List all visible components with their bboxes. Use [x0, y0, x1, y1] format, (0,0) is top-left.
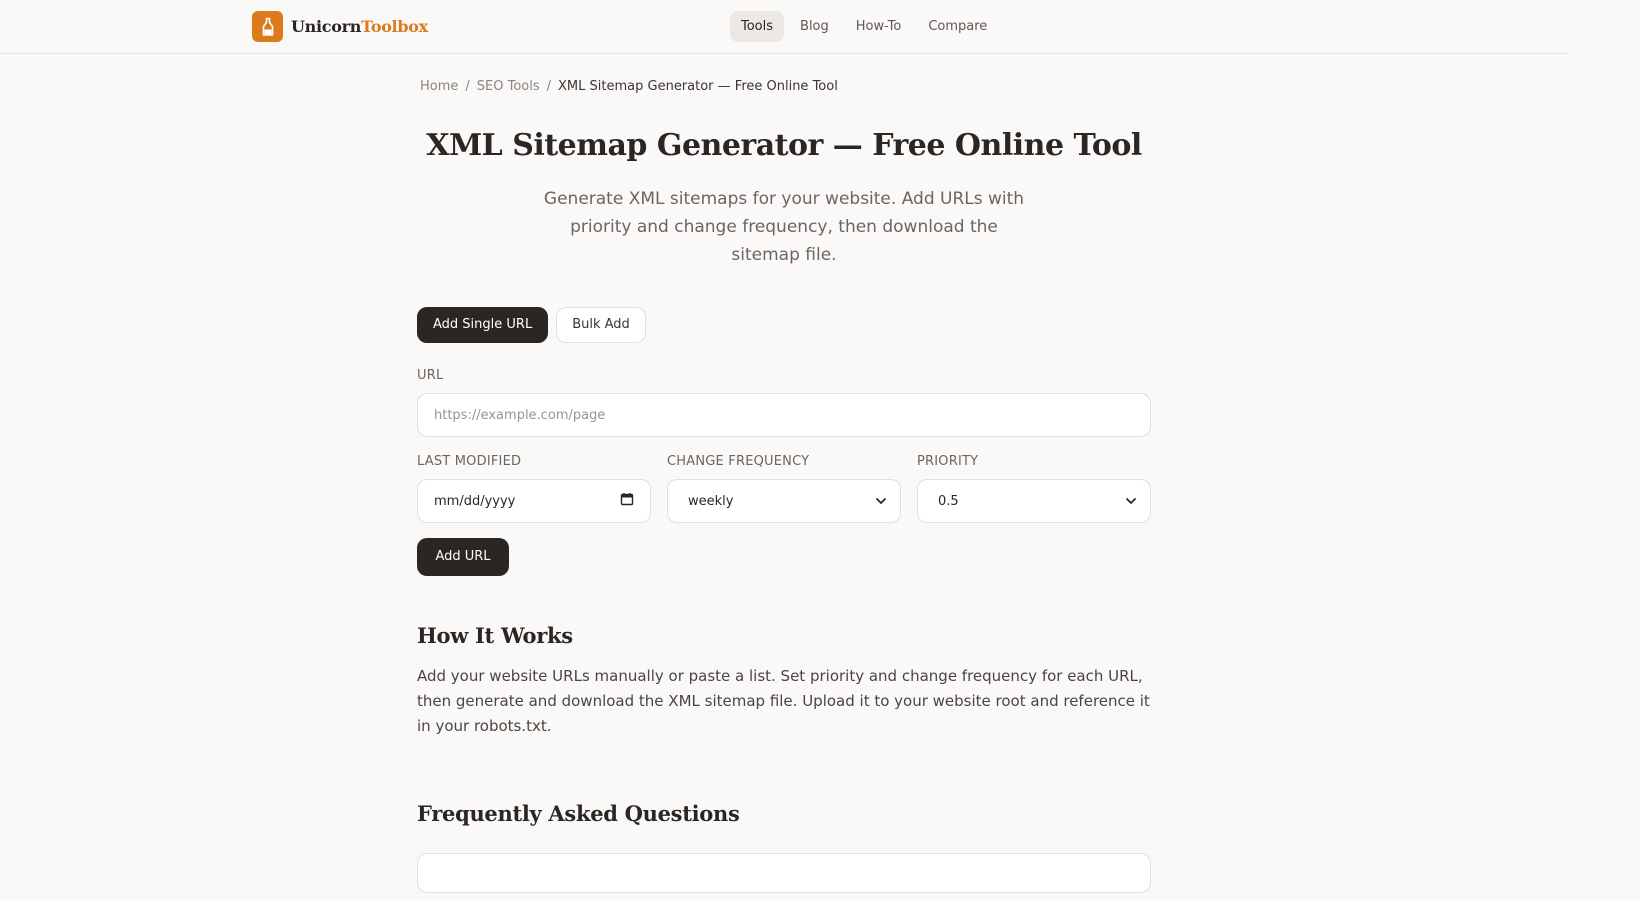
bottle-icon	[252, 11, 283, 42]
priority-label: PRIORITY	[917, 454, 979, 469]
nav-item-tools[interactable]: Tools	[730, 11, 785, 42]
page-subtitle: Generate XML sitemaps for your website. …	[543, 189, 1025, 265]
add-url-button[interactable]: Add URL	[417, 538, 509, 576]
last-modified-date-input[interactable]: mm/dd/yyyy	[417, 479, 651, 523]
brand-name: UnicornToolbox	[291, 17, 428, 36]
chevron-down-icon	[876, 494, 886, 509]
brand-logo[interactable]: UnicornToolbox	[252, 11, 428, 42]
breadcrumb-seo-tools-link[interactable]: SEO Tools	[477, 79, 540, 94]
change-frequency-label: CHANGE FREQUENCY	[667, 454, 810, 469]
breadcrumb-current: XML Sitemap Generator — Free Online Tool	[558, 79, 838, 94]
date-placeholder: mm/dd/yyyy	[434, 493, 516, 509]
how-it-works-heading: How It Works	[417, 623, 573, 648]
url-input[interactable]	[417, 393, 1151, 437]
nav-item-how-to[interactable]: How-To	[845, 11, 913, 42]
breadcrumb: Home / SEO Tools / XML Sitemap Generator…	[420, 79, 838, 94]
priority-select[interactable]: 0.5	[917, 479, 1151, 523]
calendar-icon[interactable]	[620, 492, 634, 510]
priority-value: 0.5	[938, 493, 959, 509]
tab-bulk-add[interactable]: Bulk Add	[556, 307, 646, 343]
url-label: URL	[417, 368, 444, 383]
top-navigation-bar: UnicornToolbox Tools Blog How-To Compare	[0, 0, 1568, 54]
change-frequency-select[interactable]: weekly	[667, 479, 901, 523]
page-title: XML Sitemap Generator — Free Online Tool	[426, 128, 1142, 163]
chevron-down-icon	[1126, 494, 1136, 509]
change-frequency-value: weekly	[688, 493, 734, 509]
main-nav: Tools Blog How-To Compare	[730, 11, 1003, 42]
nav-item-compare[interactable]: Compare	[917, 11, 998, 42]
nav-item-blog[interactable]: Blog	[789, 11, 840, 42]
faq-item[interactable]	[417, 853, 1151, 893]
breadcrumb-separator: /	[465, 79, 470, 94]
last-modified-label: LAST MODIFIED	[417, 454, 522, 469]
faq-heading: Frequently Asked Questions	[417, 801, 740, 826]
mode-tabs: Add Single URL Bulk Add	[417, 307, 654, 343]
how-it-works-text: Add your website URLs manually or paste …	[417, 667, 1150, 735]
tab-add-single-url[interactable]: Add Single URL	[417, 307, 549, 343]
breadcrumb-home-link[interactable]: Home	[420, 79, 458, 94]
breadcrumb-separator: /	[546, 79, 552, 94]
